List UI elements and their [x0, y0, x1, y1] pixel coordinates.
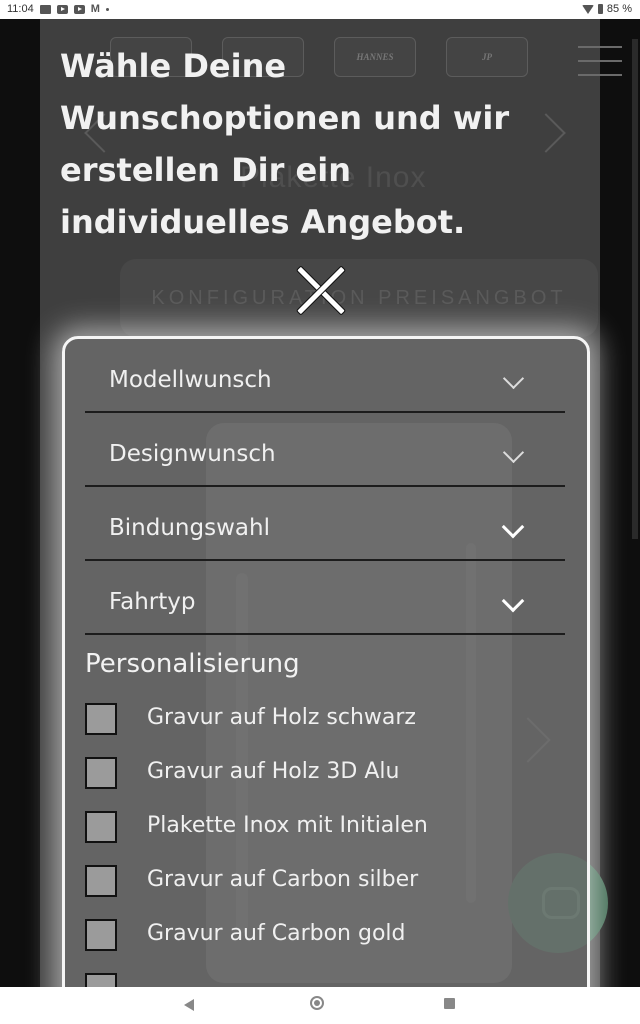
- chevron-down-icon: [502, 441, 525, 464]
- personalization-title: Personalisierung: [85, 649, 300, 679]
- overlay-heading: Wähle Deine Wunschoptionen und wir erste…: [60, 47, 510, 241]
- dot-icon: [105, 7, 109, 11]
- status-time: 11:04: [7, 3, 34, 15]
- checkbox[interactable]: [85, 811, 117, 843]
- design-select[interactable]: Designwunsch: [85, 413, 565, 487]
- checkbox-label: Gravur auf Carbon gold: [147, 921, 406, 946]
- screen: 11:04 M 85 % HANNES JP Plakette Inox KON…: [0, 0, 640, 1024]
- checkbox[interactable]: [85, 865, 117, 897]
- configuration-button: KONFIGURATION PREISANGBOT: [120, 259, 598, 337]
- status-left: 11:04 M: [7, 3, 109, 15]
- youtube-icon: [56, 4, 68, 14]
- checkbox-engraving-carbon-silver[interactable]: Gravur auf Carbon silber: [85, 865, 565, 905]
- battery-level: 85 %: [606, 3, 632, 15]
- menu-icon: [578, 46, 622, 76]
- chevron-down-icon: [501, 589, 525, 613]
- checkbox-engraving-wood-black[interactable]: Gravur auf Holz schwarz: [85, 703, 565, 743]
- select-label: Bindungswahl: [109, 515, 270, 541]
- checkbox[interactable]: [85, 919, 117, 951]
- select-label: Designwunsch: [109, 441, 276, 467]
- checkbox-plaque-inox-initials[interactable]: Plakette Inox mit Initialen: [85, 811, 565, 851]
- battery-icon: [597, 4, 603, 14]
- wifi-icon: [581, 4, 594, 14]
- select-label: Modellwunsch: [109, 367, 272, 393]
- navigation-bar: [0, 987, 640, 1024]
- checkbox-engraving-carbon-gold[interactable]: Gravur auf Carbon gold: [85, 919, 565, 959]
- checkbox-label: Gravur auf Holz schwarz: [147, 705, 416, 730]
- checkbox[interactable]: [85, 757, 117, 789]
- chevron-down-icon: [501, 515, 525, 539]
- youtube-icon: [73, 4, 85, 14]
- checkbox-label: Gravur auf Carbon silber: [147, 867, 419, 892]
- image-icon: [39, 4, 51, 14]
- home-icon[interactable]: [310, 996, 324, 1010]
- checkbox-label: Gravur auf Holz 3D Alu: [147, 759, 400, 784]
- back-icon[interactable]: [184, 999, 194, 1011]
- status-right: 85 %: [581, 3, 632, 15]
- model-select[interactable]: Modellwunsch: [85, 339, 565, 413]
- checkbox-label: Plakette Inox mit Initialen: [147, 813, 428, 838]
- checkbox[interactable]: [85, 703, 117, 735]
- recents-icon[interactable]: [444, 998, 455, 1009]
- close-button[interactable]: [295, 265, 347, 316]
- scrollbar: [632, 39, 638, 539]
- select-label: Fahrtyp: [109, 589, 196, 615]
- configuration-form: Modellwunsch Designwunsch Bindungswahl F…: [62, 336, 590, 1024]
- ride-type-select[interactable]: Fahrtyp: [85, 561, 565, 635]
- chevron-down-icon: [502, 367, 525, 390]
- status-bar: 11:04 M 85 %: [0, 0, 640, 19]
- checkbox-engraving-wood-3d-alu[interactable]: Gravur auf Holz 3D Alu: [85, 757, 565, 797]
- gmail-icon: M: [90, 2, 100, 15]
- binding-select[interactable]: Bindungswahl: [85, 487, 565, 561]
